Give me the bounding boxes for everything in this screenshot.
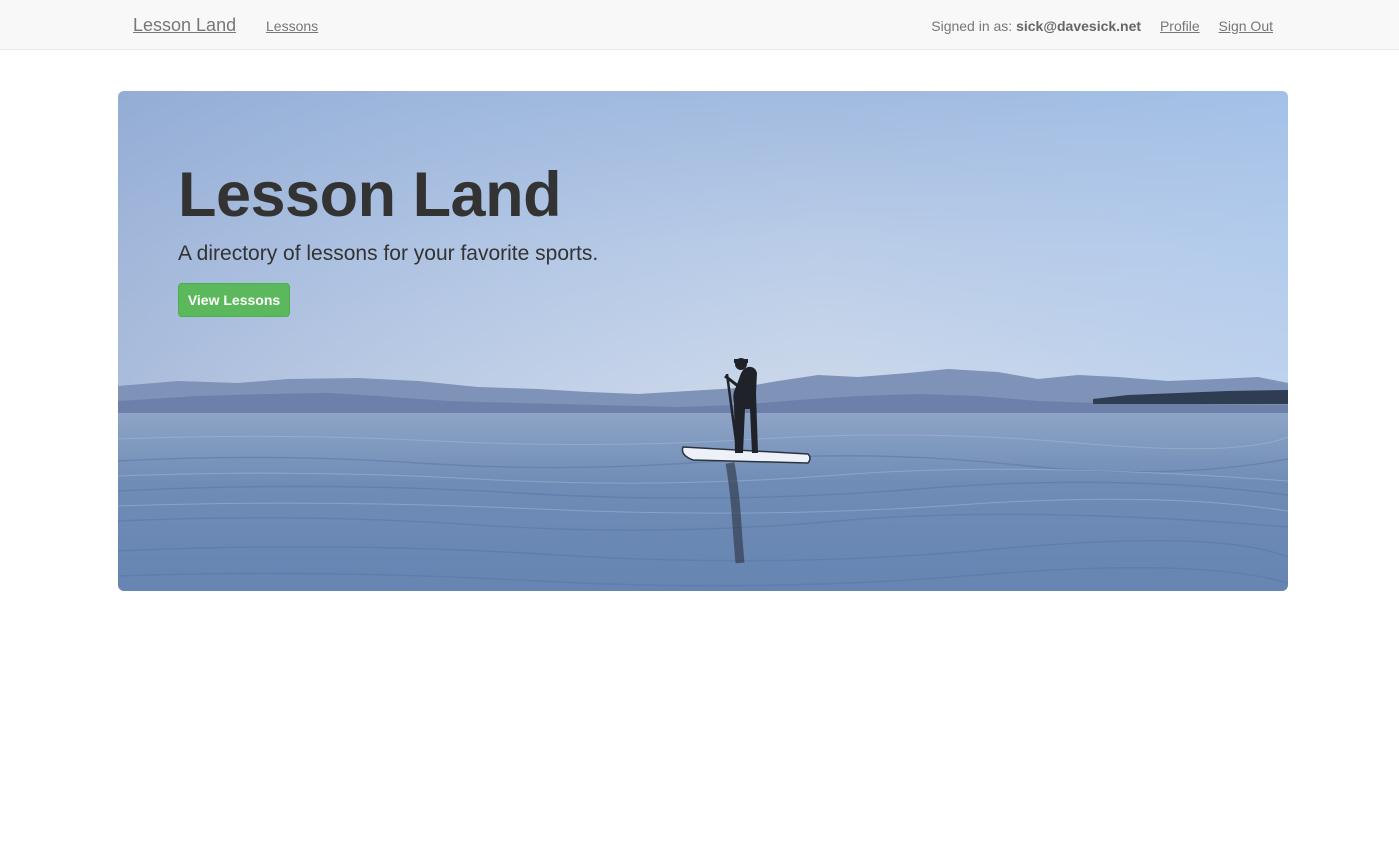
view-lessons-button[interactable]: View Lessons (178, 283, 290, 317)
hero-subtitle: A directory of lessons for your favorite… (178, 242, 599, 265)
brand-link[interactable]: Lesson Land (133, 14, 236, 36)
sign-out-link[interactable]: Sign Out (1219, 18, 1273, 34)
signed-in-email: sick@davesick.net (1016, 18, 1142, 34)
hero-jumbotron: Lesson Land A directory of lessons for y… (118, 91, 1288, 591)
signed-in-label: Signed in as: (931, 18, 1013, 34)
nav-lessons-link[interactable]: Lessons (266, 17, 318, 35)
user-menu: Signed in as: sick@davesick.net Profile … (931, 17, 1273, 35)
hero-title: Lesson Land (178, 160, 562, 230)
navbar: Lesson Land Lessons Signed in as: sick@d… (0, 0, 1399, 50)
profile-link[interactable]: Profile (1160, 18, 1200, 34)
